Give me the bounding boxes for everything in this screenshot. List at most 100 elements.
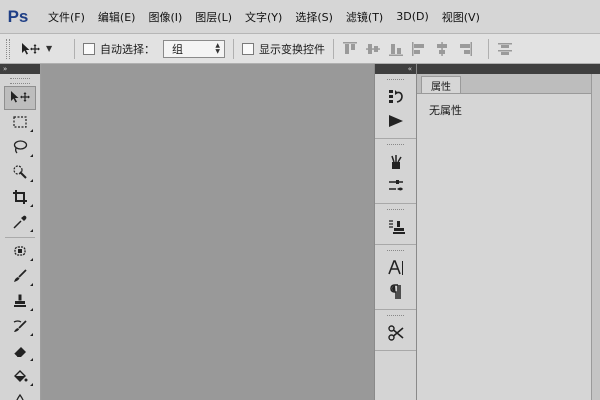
move-tool[interactable] <box>4 86 36 110</box>
tool-group-indicator-icon <box>30 179 33 182</box>
separator <box>488 38 489 59</box>
menu-bar: Ps 文件(F) 编辑(E) 图像(I) 图层(L) 文字(Y) 选择(S) 滤… <box>0 0 600 34</box>
menu-layer[interactable]: 图层(L) <box>195 9 232 25</box>
panel-grip[interactable] <box>387 250 404 253</box>
menu-edit[interactable]: 编辑(E) <box>98 9 136 25</box>
clone-source-icon <box>387 218 405 239</box>
toolbox-collapse-button[interactable]: » <box>0 64 40 74</box>
tool-group-indicator-icon <box>30 154 33 157</box>
brush-settings-icon <box>387 177 405 198</box>
menu-type[interactable]: 文字(Y) <box>245 9 282 25</box>
panel-grip[interactable] <box>387 315 404 318</box>
history-brush-tool[interactable] <box>4 315 36 339</box>
quick-selection-tool[interactable] <box>4 161 36 185</box>
panel-scrollbar[interactable] <box>591 74 600 400</box>
history-icon <box>387 88 405 109</box>
character-icon <box>387 259 405 280</box>
paragraph-panel-button[interactable] <box>381 281 411 305</box>
chevron-down-icon: ▼ <box>46 44 53 53</box>
move-icon <box>9 90 31 107</box>
actions-play-icon <box>387 112 405 133</box>
panel-grip[interactable] <box>387 144 404 147</box>
panel-group-tool-presets <box>375 310 416 351</box>
tool-group-indicator-icon <box>30 333 33 336</box>
toolbox: » <box>0 64 41 400</box>
panel-group-text <box>375 245 416 310</box>
tool-group-indicator-icon <box>30 229 33 232</box>
clone-source-panel-button[interactable] <box>381 216 411 240</box>
actions-panel-button[interactable] <box>381 110 411 134</box>
tool-presets-icon <box>387 324 405 345</box>
menu-select[interactable]: 选择(S) <box>295 9 333 25</box>
menu-image[interactable]: 图像(I) <box>148 9 182 25</box>
lasso-tool[interactable] <box>4 136 36 160</box>
panel-grip[interactable] <box>387 79 404 82</box>
brush-presets-icon <box>387 153 405 174</box>
separator <box>5 237 35 238</box>
auto-select-label: 自动选择： <box>100 42 155 56</box>
show-transform-controls-checkbox[interactable] <box>242 42 254 55</box>
properties-content: 无属性 <box>417 94 600 126</box>
brush-presets-panel-button[interactable] <box>381 151 411 175</box>
character-panel-button[interactable] <box>381 257 411 281</box>
clone-stamp-icon <box>12 293 28 312</box>
tab-properties[interactable]: 属性 <box>421 76 461 93</box>
auto-select-target-dropdown[interactable]: 组 ▲ ▼ <box>163 39 225 58</box>
distribute-top-icon[interactable] <box>497 41 513 57</box>
align-left-icon[interactable] <box>411 41 427 57</box>
panel-group-history <box>375 74 416 139</box>
options-bar-grip[interactable] <box>6 38 10 59</box>
tool-presets-panel-button[interactable] <box>381 322 411 346</box>
spot-healing-brush-tool[interactable] <box>4 240 36 264</box>
rectangular-marquee-tool[interactable] <box>4 111 36 135</box>
properties-panel-header[interactable] <box>417 64 600 74</box>
blur-icon <box>12 393 28 400</box>
properties-tab-bar: 属性 <box>417 74 600 94</box>
history-brush-icon <box>12 318 28 337</box>
move-tool-icon <box>20 42 40 56</box>
tool-group-indicator-icon <box>30 308 33 311</box>
crop-tool[interactable] <box>4 186 36 210</box>
separator <box>233 38 234 59</box>
panel-group-brush <box>375 139 416 204</box>
menu-filter[interactable]: 滤镜(T) <box>346 9 383 25</box>
align-horizontal-center-icon[interactable] <box>434 41 450 57</box>
panel-strip-collapse-button[interactable]: « <box>375 64 416 74</box>
align-right-icon[interactable] <box>457 41 473 57</box>
brush-tool[interactable] <box>4 265 36 289</box>
brush-settings-panel-button[interactable] <box>381 175 411 199</box>
blur-tool[interactable] <box>4 390 36 400</box>
brush-icon <box>12 268 28 287</box>
eraser-tool[interactable] <box>4 340 36 364</box>
marquee-icon <box>12 114 28 133</box>
align-vertical-center-icon[interactable] <box>365 41 381 57</box>
eyedropper-icon <box>12 214 28 233</box>
tool-preset-picker[interactable]: ▼ <box>20 42 66 56</box>
lasso-icon <box>12 139 28 158</box>
properties-panel: 属性 无属性 <box>417 64 600 400</box>
menu-view[interactable]: 视图(V) <box>442 9 480 25</box>
separator <box>333 38 334 59</box>
tool-group-indicator-icon <box>30 283 33 286</box>
eyedropper-tool[interactable] <box>4 211 36 235</box>
auto-select-checkbox[interactable] <box>83 42 95 55</box>
quick-selection-icon <box>12 164 28 183</box>
toolbox-grip[interactable] <box>10 78 30 84</box>
menu-file[interactable]: 文件(F) <box>48 9 85 25</box>
history-panel-button[interactable] <box>381 86 411 110</box>
crop-icon <box>12 189 28 208</box>
panel-group-clone-source <box>375 204 416 245</box>
align-bottom-icon[interactable] <box>388 41 404 57</box>
document-workspace[interactable] <box>42 64 374 400</box>
photoshop-logo: Ps <box>7 6 29 26</box>
panel-grip[interactable] <box>387 209 404 212</box>
paragraph-icon <box>387 283 405 304</box>
healing-brush-icon <box>12 243 28 262</box>
paint-bucket-tool[interactable] <box>4 365 36 389</box>
align-top-icon[interactable] <box>342 41 358 57</box>
clone-stamp-tool[interactable] <box>4 290 36 314</box>
eraser-icon <box>12 343 28 362</box>
dropdown-arrows-icon: ▲ ▼ <box>215 41 220 55</box>
align-buttons <box>342 38 520 59</box>
menu-3d[interactable]: 3D(D) <box>396 10 429 23</box>
